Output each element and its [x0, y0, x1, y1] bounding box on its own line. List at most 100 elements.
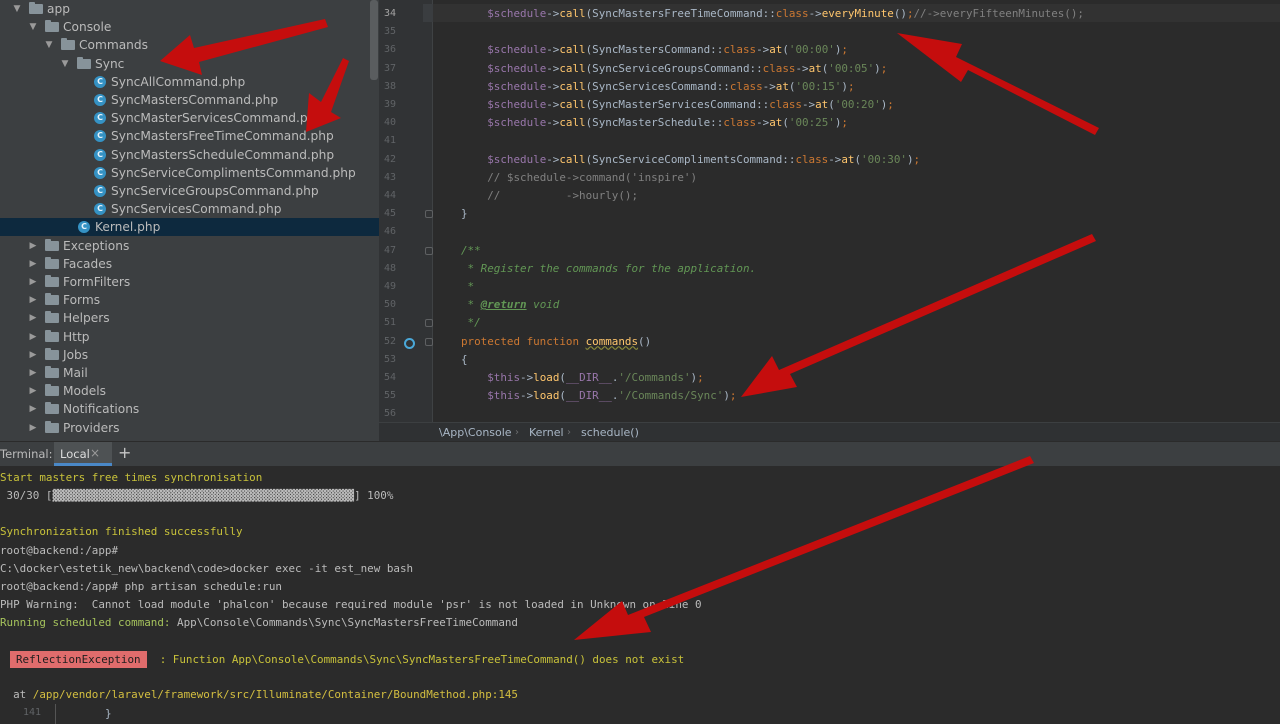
project-tree: ▼ app ▼ Console ▼ Commands ▼ Sync C SyncAllComman… [0, 0, 379, 441]
code-token: ; [880, 61, 888, 75]
tree-item-label: SyncServicesCommand.php [111, 202, 282, 217]
tree-file[interactable]: C SyncMastersScheduleCommand.php [0, 146, 379, 164]
code-token: $schedule [487, 7, 547, 20]
code-line: $schedule->call(SyncMasterServicesComman… [461, 98, 894, 111]
code-token: '00:00' [788, 43, 835, 57]
code-editor[interactable]: 34 $schedule->call(SyncMastersFreeTimeCo… [379, 0, 1280, 422]
tree-folder[interactable]: ▼ Sync [0, 55, 379, 73]
tree-item-label: app [47, 2, 70, 16]
chevron-right-icon[interactable]: ▶ [28, 291, 38, 309]
tree-item-label: SyncServiceGroupsCommand.php [111, 184, 319, 198]
chevron-right-icon[interactable]: ▶ [28, 273, 38, 291]
tree-scrollbar[interactable] [370, 0, 378, 80]
code-token: (SyncServiceGroupsCommand:: [585, 61, 763, 75]
tree-folder[interactable]: ▶ FormFilters [0, 273, 379, 291]
tree-file[interactable]: C SyncMastersFreeTimeCommand.php [0, 127, 379, 145]
trace-path-link[interactable]: /app/vendor/laravel/framework/src/Illumi… [33, 688, 518, 701]
tree-folder[interactable]: ▼ app [0, 0, 379, 18]
code-token: protected function [461, 334, 586, 348]
tree-file[interactable]: C SyncServiceComplimentsCommand.php [0, 164, 379, 182]
code-token: /** [461, 243, 481, 257]
folder-icon [45, 402, 59, 415]
tree-file[interactable]: C Kernel.php [0, 218, 379, 237]
chevron-right-icon[interactable]: ▶ [28, 364, 38, 382]
terminal-output[interactable]: Start masters free times synchronisation… [0, 466, 1280, 724]
chevron-right-icon[interactable]: ▶ [28, 400, 38, 418]
line-number: 54 [383, 372, 396, 383]
code-token: -> [546, 7, 560, 20]
code-line: /** [461, 244, 481, 257]
folder-icon [61, 38, 75, 51]
folder-icon [77, 56, 91, 69]
tree-file[interactable]: C SyncMasterServicesCommand.php [0, 109, 379, 127]
chevron-down-icon[interactable]: ▼ [12, 0, 22, 18]
code-token: ; [913, 152, 921, 166]
folder-icon [45, 420, 59, 433]
close-icon[interactable]: × [90, 446, 100, 460]
trace-line: at /app/vendor/laravel/framework/src/Ill… [0, 688, 518, 701]
php-class-icon: C [94, 94, 106, 106]
line-number: 36 [383, 44, 396, 56]
chevron-right-icon[interactable]: ▶ [28, 382, 38, 400]
chevron-right-icon[interactable]: ▶ [28, 237, 38, 255]
line-number: 41 [383, 135, 396, 147]
implements-method-icon[interactable] [404, 338, 415, 349]
chevron-right-icon[interactable]: ▶ [28, 328, 38, 346]
line-number: 55 [383, 390, 396, 402]
code-token: call [559, 79, 586, 93]
tree-file[interactable]: C SyncServicesCommand.php [0, 200, 379, 218]
tree-folder[interactable]: ▶ Exceptions [0, 237, 379, 255]
chevron-down-icon[interactable]: ▼ [28, 18, 38, 36]
chevron-right-icon[interactable]: ▶ [28, 346, 38, 364]
tree-file[interactable]: C SyncMastersCommand.php [0, 91, 379, 109]
tree-folder[interactable]: ▶ Providers [0, 419, 379, 437]
chevron-right-icon[interactable]: ▶ [28, 309, 38, 327]
chevron-right-icon: › [567, 427, 571, 438]
code-token: -> [795, 61, 809, 75]
tree-folder[interactable]: ▶ Facades [0, 255, 379, 273]
fold-marker-icon[interactable] [425, 319, 433, 328]
breadcrumb-item[interactable]: schedule() [581, 423, 639, 442]
folder-icon [45, 329, 59, 342]
tree-folder[interactable]: ▶ Helpers [0, 309, 379, 327]
code-token: * [461, 280, 475, 293]
tree-item-label: Sync [95, 56, 125, 71]
code-token: at [815, 98, 829, 111]
tree-folder[interactable]: ▼ Commands [0, 36, 379, 54]
code-token: ; [841, 116, 848, 130]
breadcrumb-item[interactable]: Kernel [529, 423, 564, 442]
chevron-right-icon[interactable]: ▶ [28, 419, 38, 437]
exception-badge: ReflectionException [10, 651, 147, 668]
fold-marker-icon[interactable] [425, 246, 433, 255]
tree-folder[interactable]: ▶ Notifications [0, 400, 379, 418]
add-tab-button[interactable]: + [118, 443, 131, 462]
code-token: void [526, 298, 560, 312]
fold-marker-icon[interactable] [425, 210, 433, 219]
code-token: -> [546, 152, 560, 166]
tree-folder[interactable]: ▼ Console [0, 18, 379, 36]
tree-folder[interactable]: ▶ Jobs [0, 346, 379, 364]
tree-folder[interactable]: ▶ Models [0, 382, 379, 400]
running-command: App\Console\Commands\Sync\SyncMastersFre… [170, 616, 518, 629]
code-line: $schedule->call(SyncServiceComplimentsCo… [461, 153, 920, 166]
code-token: load [533, 371, 560, 384]
tree-file[interactable]: C SyncServiceGroupsCommand.php [0, 182, 379, 200]
line-number: 39 [383, 99, 396, 110]
tree-folder[interactable]: ▶ Http [0, 328, 379, 346]
chevron-down-icon[interactable]: ▼ [60, 55, 70, 73]
chevron-down-icon[interactable]: ▼ [44, 36, 54, 54]
tree-item-label: Kernel.php [95, 220, 161, 235]
tree-folder[interactable]: ▶ Forms [0, 291, 379, 309]
snippet-code: } [105, 707, 112, 720]
tree-folder[interactable]: ▶ Mail [0, 364, 379, 382]
chevron-right-icon[interactable]: ▶ [28, 255, 38, 273]
code-token: () [893, 7, 907, 20]
tree-file[interactable]: C SyncAllCommand.php [0, 73, 379, 91]
code-token: -> [808, 7, 822, 20]
code-token: -> [828, 152, 842, 166]
fold-marker-icon[interactable] [425, 337, 433, 346]
breadcrumb-item[interactable]: \App\Console [439, 423, 512, 442]
